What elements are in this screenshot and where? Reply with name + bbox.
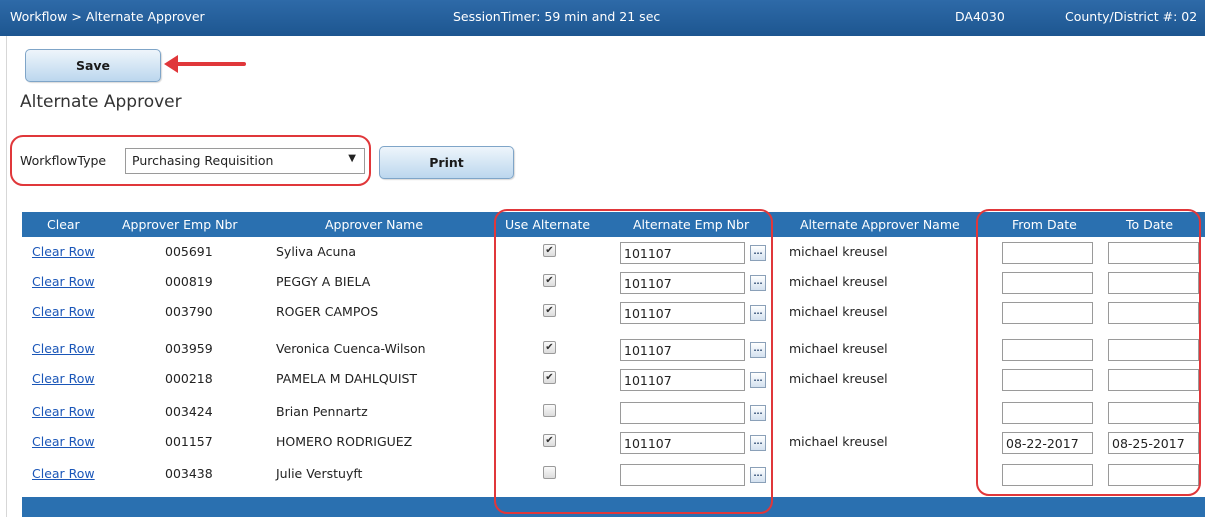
alternate-approver-name: michael kreusel [789,274,888,289]
approver-name: HOMERO RODRIGUEZ [276,434,413,449]
approver-emp-nbr: 003438 [165,466,213,481]
page-code: DA4030 [955,9,1005,24]
alternate-approver-name: michael kreusel [789,244,888,259]
clear-row-link[interactable]: Clear Row [32,341,95,356]
annotation-box-alternate [494,209,773,514]
approver-emp-nbr: 003424 [165,404,213,419]
approver-name: Syliva Acuna [276,244,357,259]
clear-row-link[interactable]: Clear Row [32,434,95,449]
top-bar: Workflow > Alternate Approver SessionTim… [0,0,1205,36]
alternate-approver-name: michael kreusel [789,371,888,386]
approver-emp-nbr: 001157 [165,434,213,449]
county-district: County/District #: 02 [1065,9,1198,24]
approver-name: Brian Pennartz [276,404,368,419]
left-edge [0,36,7,517]
approver-emp-nbr: 000218 [165,371,213,386]
page-title: Alternate Approver [20,92,182,112]
approver-emp-nbr: 003790 [165,304,213,319]
approver-emp-nbr: 000819 [165,274,213,289]
clear-row-link[interactable]: Clear Row [32,371,95,386]
breadcrumb: Workflow > Alternate Approver [10,9,205,24]
annotation-arrow [172,62,246,66]
approver-emp-nbr: 003959 [165,341,213,356]
approver-name: Julie Verstuyft [276,466,363,481]
save-button[interactable]: Save [25,49,161,82]
print-button[interactable]: Print [379,146,514,179]
alternate-approver-name: michael kreusel [789,341,888,356]
clear-row-link[interactable]: Clear Row [32,466,95,481]
approver-name: Veronica Cuenca-Wilson [276,341,426,356]
annotation-box-dates [976,209,1201,496]
alternate-approver-name: michael kreusel [789,434,888,449]
session-timer: SessionTimer: 59 min and 21 sec [453,9,661,24]
clear-row-link[interactable]: Clear Row [32,304,95,319]
alternate-approver-name: michael kreusel [789,304,888,319]
approver-emp-nbr: 005691 [165,244,213,259]
clear-row-link[interactable]: Clear Row [32,274,95,289]
clear-row-link[interactable]: Clear Row [32,244,95,259]
col-alternate-approver-name: Alternate Approver Name [800,217,960,232]
workflow-type-value: Purchasing Requisition [132,153,274,168]
col-clear: Clear [47,217,80,232]
col-approver-name: Approver Name [325,217,424,232]
col-approver-emp-nbr: Approver Emp Nbr [122,217,238,232]
approver-name: ROGER CAMPOS [276,304,379,319]
workflow-type-select[interactable]: Purchasing Requisition ▼ [125,148,365,174]
clear-row-link[interactable]: Clear Row [32,404,95,419]
chevron-down-icon: ▼ [348,153,356,164]
approver-name: PAMELA M DAHLQUIST [276,371,418,386]
approver-name: PEGGY A BIELA [276,274,371,289]
workflow-type-label: WorkflowType [20,153,107,168]
